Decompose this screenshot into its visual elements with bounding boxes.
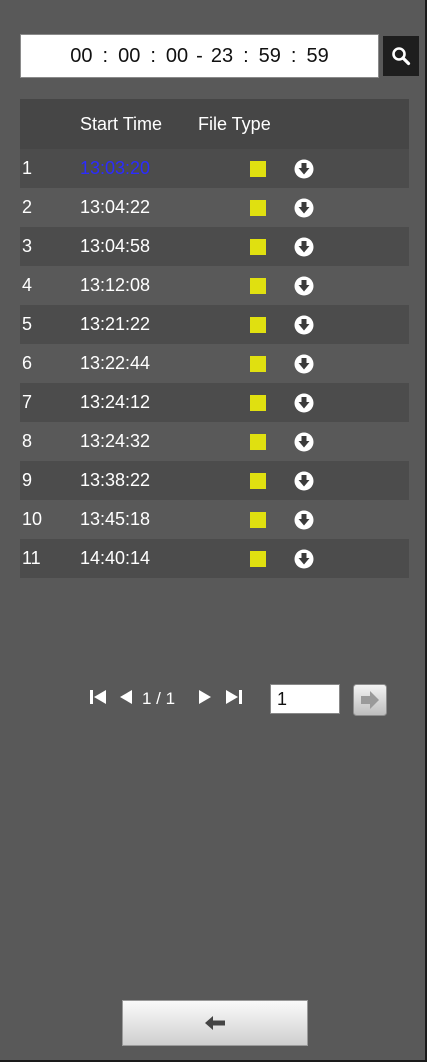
download-icon[interactable] <box>294 549 314 569</box>
download-icon[interactable] <box>294 237 314 257</box>
row-start-time[interactable]: 13:22:44 <box>80 353 198 374</box>
table-row[interactable]: 7 13:24:12 <box>20 383 409 422</box>
row-file-type <box>198 549 314 569</box>
table-row[interactable]: 4 13:12:08 <box>20 266 409 305</box>
row-file-type <box>198 315 314 335</box>
row-file-type <box>198 354 314 374</box>
download-icon[interactable] <box>294 510 314 530</box>
search-icon <box>392 47 411 66</box>
row-start-time[interactable]: 13:12:08 <box>80 275 198 296</box>
row-start-time[interactable]: 13:04:22 <box>80 197 198 218</box>
time-colon: : <box>290 44 297 67</box>
file-type-video-icon <box>250 472 266 489</box>
row-start-time[interactable]: 13:21:22 <box>80 314 198 335</box>
row-index: 2 <box>22 197 33 217</box>
file-type-video-icon <box>250 355 266 372</box>
row-start-time[interactable]: 13:04:58 <box>80 236 198 257</box>
row-index: 5 <box>22 314 33 334</box>
row-index: 1 <box>22 158 33 178</box>
back-button[interactable] <box>122 1000 308 1046</box>
download-icon[interactable] <box>294 198 314 218</box>
table-row[interactable]: 1 13:03:20 <box>20 149 409 188</box>
column-start-time: Start Time <box>80 113 163 134</box>
file-type-video-icon <box>250 160 266 177</box>
file-type-video-icon <box>250 550 266 567</box>
table-row[interactable]: 3 13:04:58 <box>20 227 409 266</box>
row-file-type <box>198 510 314 530</box>
time-colon: : <box>150 44 156 67</box>
next-page-icon[interactable] <box>197 688 213 706</box>
download-icon[interactable] <box>294 159 314 179</box>
first-page-icon[interactable] <box>89 688 109 706</box>
table-row[interactable]: 9 13:38:22 <box>20 461 409 500</box>
prev-page-icon[interactable] <box>118 688 134 706</box>
table-body: 1 13:03:20 2 13:04:22 3 13:04:58 4 13:12:08 5 13:… <box>20 149 409 578</box>
page-number-input[interactable] <box>270 684 340 714</box>
row-index: 9 <box>22 470 33 490</box>
back-arrow-icon <box>205 1016 225 1030</box>
row-index: 11 <box>22 548 41 568</box>
file-type-video-icon <box>250 316 266 333</box>
download-icon[interactable] <box>294 432 314 452</box>
file-type-video-icon <box>250 511 266 528</box>
row-start-time[interactable]: 14:40:14 <box>80 548 198 569</box>
playback-file-panel: 00 : 00 : 00 - 23 : 59 : 59 Start Time F… <box>0 0 427 1062</box>
row-file-type <box>198 393 314 413</box>
search-button[interactable] <box>383 36 419 76</box>
table-row[interactable]: 6 13:22:44 <box>20 344 409 383</box>
download-icon[interactable] <box>294 276 314 296</box>
row-index: 4 <box>22 275 33 295</box>
download-icon[interactable] <box>294 393 314 413</box>
page-indicator: 1 / 1 <box>142 689 176 708</box>
range-separator: - <box>196 44 203 67</box>
row-index: 10 <box>22 509 43 529</box>
row-index: 3 <box>22 236 33 256</box>
row-index: 6 <box>22 353 33 373</box>
table-row[interactable]: 10 13:45:18 <box>20 500 409 539</box>
table-row[interactable]: 8 13:24:32 <box>20 422 409 461</box>
time-range-input[interactable]: 00 : 00 : 00 - 23 : 59 : 59 <box>20 34 379 78</box>
start-hour[interactable]: 00 <box>70 45 92 68</box>
file-type-video-icon <box>250 433 266 450</box>
row-start-time[interactable]: 13:03:20 <box>80 158 198 179</box>
column-file-type: File Type <box>198 113 271 134</box>
row-file-type <box>198 159 314 179</box>
row-file-type <box>198 471 314 491</box>
row-file-type <box>198 432 314 452</box>
download-icon[interactable] <box>294 354 314 374</box>
table-row[interactable]: 5 13:21:22 <box>20 305 409 344</box>
download-icon[interactable] <box>294 315 314 335</box>
table-header: Start Time File Type <box>20 99 409 149</box>
row-file-type <box>198 198 314 218</box>
last-page-icon[interactable] <box>223 688 243 706</box>
row-start-time[interactable]: 13:24:12 <box>80 392 198 413</box>
table-row[interactable]: 11 14:40:14 <box>20 539 409 578</box>
end-second[interactable]: 59 <box>306 45 328 68</box>
row-file-type <box>198 237 314 257</box>
end-hour[interactable]: 23 <box>211 45 233 68</box>
file-type-video-icon <box>250 394 266 411</box>
row-index: 7 <box>22 392 33 412</box>
row-file-type <box>198 276 314 296</box>
file-type-video-icon <box>250 277 266 294</box>
table-row[interactable]: 2 13:04:22 <box>20 188 409 227</box>
row-index: 8 <box>22 431 33 451</box>
file-table: Start Time File Type 1 13:03:20 2 13:04:22 3… <box>20 99 409 578</box>
time-colon: : <box>102 44 109 67</box>
time-colon: : <box>243 44 249 67</box>
end-minute[interactable]: 59 <box>259 45 281 68</box>
row-start-time[interactable]: 13:38:22 <box>80 470 198 491</box>
start-minute[interactable]: 00 <box>118 45 140 68</box>
start-second[interactable]: 00 <box>166 45 188 68</box>
file-type-video-icon <box>250 238 266 255</box>
row-start-time[interactable]: 13:24:32 <box>80 431 198 452</box>
download-icon[interactable] <box>294 471 314 491</box>
pagination: 1 / 1 <box>0 680 425 720</box>
go-arrow-icon[interactable] <box>353 684 387 716</box>
file-type-video-icon <box>250 199 266 216</box>
row-start-time[interactable]: 13:45:18 <box>80 509 198 530</box>
